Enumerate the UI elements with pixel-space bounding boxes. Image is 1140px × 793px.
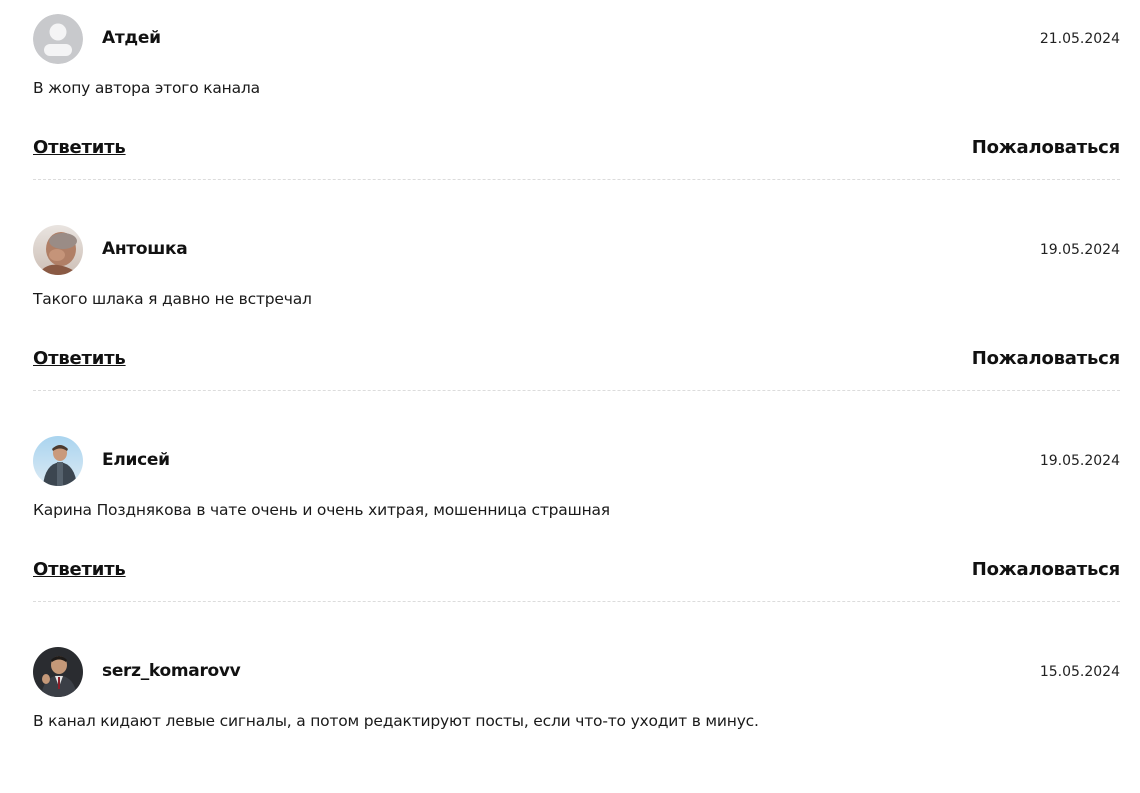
comment-text: Такого шлака я давно не встречал <box>33 290 312 308</box>
comment-author[interactable]: Антошка <box>102 239 188 259</box>
report-link[interactable]: Пожаловаться <box>972 559 1120 580</box>
comment-date: 21.05.2024 <box>1039 31 1120 47</box>
reply-link[interactable]: Ответить <box>33 137 126 158</box>
comment-author[interactable]: Елисей <box>102 450 170 470</box>
comment-text: В жопу автора этого канала <box>33 79 260 97</box>
user-avatar[interactable] <box>33 436 83 486</box>
user-avatar[interactable] <box>33 225 83 275</box>
comment-text: Карина Позднякова в чате очень и очень х… <box>33 501 610 519</box>
report-link[interactable]: Пожаловаться <box>972 348 1120 369</box>
comment-date: 19.05.2024 <box>1039 242 1120 258</box>
default-avatar-icon[interactable] <box>33 14 83 64</box>
reply-link[interactable]: Ответить <box>33 559 126 580</box>
divider <box>33 390 1120 391</box>
comments-list: Атдей 21.05.2024 В жопу автора этого кан… <box>33 0 1120 793</box>
divider <box>33 179 1120 180</box>
report-link[interactable]: Пожаловаться <box>972 137 1120 158</box>
reply-link[interactable]: Ответить <box>33 348 126 369</box>
comment-item: Елисей 19.05.2024 Карина Позднякова в ча… <box>33 422 1120 633</box>
comment-item: Антошка 19.05.2024 Такого шлака я давно … <box>33 211 1120 422</box>
comment-author[interactable]: serz_komarovv <box>102 661 241 681</box>
user-avatar[interactable] <box>33 647 83 697</box>
comment-text: В канал кидают левые сигналы, а потом ре… <box>33 712 759 730</box>
comment-date: 19.05.2024 <box>1039 453 1120 469</box>
comment-item: Атдей 21.05.2024 В жопу автора этого кан… <box>33 0 1120 211</box>
comment-date: 15.05.2024 <box>1039 664 1120 680</box>
comment-item: serz_komarovv 15.05.2024 В канал кидают … <box>33 633 1120 793</box>
divider <box>33 601 1120 602</box>
comment-author[interactable]: Атдей <box>102 28 161 48</box>
